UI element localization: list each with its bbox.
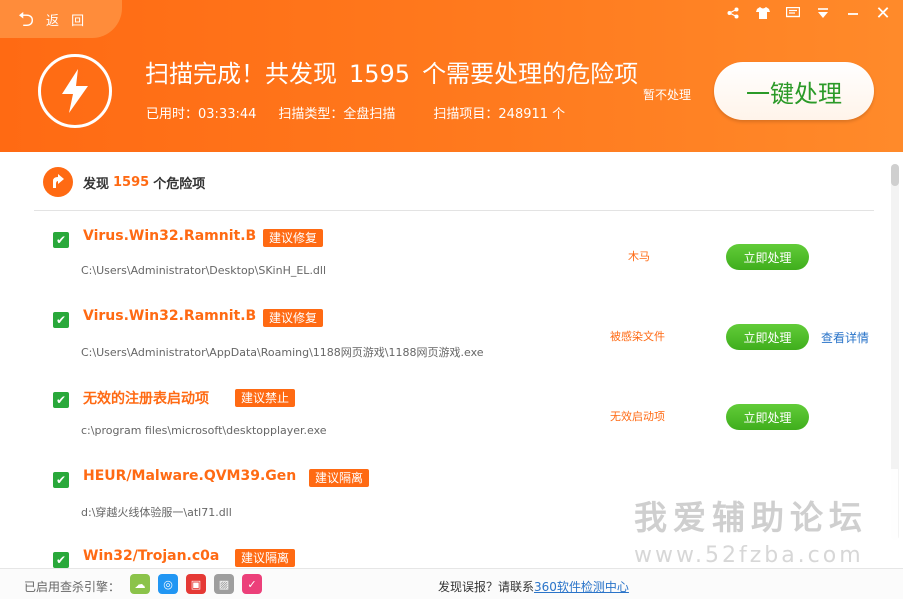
file-path: C:\Users\Administrator\Desktop\SKinH_EL.…	[81, 264, 327, 277]
row-checkbox[interactable]: ✔	[53, 472, 69, 488]
engine-list: ☁ ◎ ▣ ▨ ✓	[130, 574, 262, 594]
ignore-button[interactable]: 暂不处理	[643, 86, 691, 103]
summary-count: 1595	[113, 174, 150, 190]
threat-type: 被感染文件	[610, 330, 665, 343]
share-icon[interactable]	[725, 4, 741, 22]
row-checkbox[interactable]: ✔	[53, 392, 69, 408]
threat-title: 无效的注册表启动项	[83, 391, 209, 407]
file-path: C:\Users\Administrator\AppData\Roaming\1…	[81, 346, 484, 359]
threat-title: Virus.Win32.Ramnit.B	[83, 228, 257, 244]
file-path: c:\program files\microsoft\desktopplayer…	[81, 424, 327, 437]
summary-bar: 发现 1595 个危险项	[43, 167, 205, 197]
row-checkbox[interactable]: ✔	[53, 312, 69, 328]
report-center-link[interactable]: 360软件检测中心	[534, 580, 629, 594]
footer-bar: 已启用查杀引擎： ☁ ◎ ▣ ▨ ✓ 发现误报？请联系360软件检测中心	[0, 568, 903, 599]
back-label: 返 回	[46, 13, 89, 29]
scan-items: 扫描项目：248911 个	[433, 107, 566, 122]
elapsed-time: 已用时：03:33:44	[146, 107, 257, 122]
minimize-icon[interactable]	[845, 4, 861, 22]
false-positive-report: 发现误报？请联系360软件检测中心	[438, 580, 629, 594]
watermark-url: www.52fzba.com	[634, 543, 864, 568]
threat-row: ✔ 无效的注册表启动项 建议禁止 c:\program files\micros…	[0, 388, 880, 468]
qex-engine-icon[interactable]: ▣	[186, 574, 206, 594]
watermark-title: 我爱辅助论坛	[634, 498, 868, 537]
handle-now-button[interactable]: 立即处理	[726, 324, 809, 350]
close-icon[interactable]: ✕	[875, 3, 891, 24]
row-checkbox[interactable]: ✔	[53, 552, 69, 568]
back-button[interactable]: ⮌ 返 回	[0, 0, 122, 38]
danger-count: 1595	[349, 60, 411, 88]
threat-title: HEUR/Malware.QVM39.Gen	[83, 468, 297, 484]
row-checkbox[interactable]: ✔	[53, 232, 69, 248]
back-arrow-icon: ⮌	[18, 7, 35, 31]
recommendation-tag: 建议隔离	[309, 469, 370, 487]
shield-arrow-icon	[43, 167, 73, 197]
qvm-engine-icon[interactable]: ◎	[158, 574, 178, 594]
scan-result-title: 扫描完成！共发现 1595 个需要处理的危险项	[145, 60, 639, 88]
system-repair-engine-icon[interactable]: ▨	[214, 574, 234, 594]
window-controls: ✕	[725, 3, 891, 24]
engines-label: 已启用查杀引擎：	[24, 580, 121, 594]
message-icon[interactable]	[785, 4, 801, 22]
menu-dropdown-icon[interactable]	[815, 4, 831, 22]
threat-row: ✔ Virus.Win32.Ramnit.B 建议修复 C:\Users\Adm…	[0, 308, 880, 388]
cloud-engine-icon[interactable]: ☁	[130, 574, 150, 594]
view-details-link[interactable]: 查看详情	[821, 329, 869, 346]
recommendation-tag: 建议隔离	[235, 549, 296, 567]
threat-title: Virus.Win32.Ramnit.B	[83, 308, 257, 324]
one-click-fix-button[interactable]: 一键处理	[714, 62, 874, 120]
header-banner: ⮌ 返 回 ✕ 扫描完成！共发现 1595 个需要处理的危险项 已用时：03:33:…	[0, 0, 903, 152]
watermark: 我爱辅助论坛 www.52fzba.com	[622, 469, 898, 573]
scan-type: 扫描类型：全盘扫描	[278, 107, 396, 122]
scan-stats: 已用时：03:33:44 扫描类型：全盘扫描 扫描项目：248911 个	[146, 103, 565, 122]
threat-title: Win32/Trojan.c0a	[83, 548, 220, 564]
recommendation-tag: 建议修复	[263, 309, 324, 327]
avira-engine-icon[interactable]: ✓	[242, 574, 262, 594]
threat-type: 无效启动项	[610, 410, 665, 423]
divider	[34, 210, 874, 211]
handle-now-button[interactable]: 立即处理	[726, 244, 809, 270]
skin-shirt-icon[interactable]	[755, 4, 771, 22]
lightning-icon	[38, 54, 112, 128]
file-path: d:\穿越火线体验服一\atl71.dll	[81, 506, 232, 519]
recommendation-tag: 建议修复	[263, 229, 324, 247]
handle-now-button[interactable]: 立即处理	[726, 404, 809, 430]
threat-row: ✔ Virus.Win32.Ramnit.B 建议修复 C:\Users\Adm…	[0, 228, 880, 308]
scroll-thumb[interactable]	[891, 164, 899, 186]
recommendation-tag: 建议禁止	[235, 389, 296, 407]
threat-type: 木马	[628, 250, 650, 263]
